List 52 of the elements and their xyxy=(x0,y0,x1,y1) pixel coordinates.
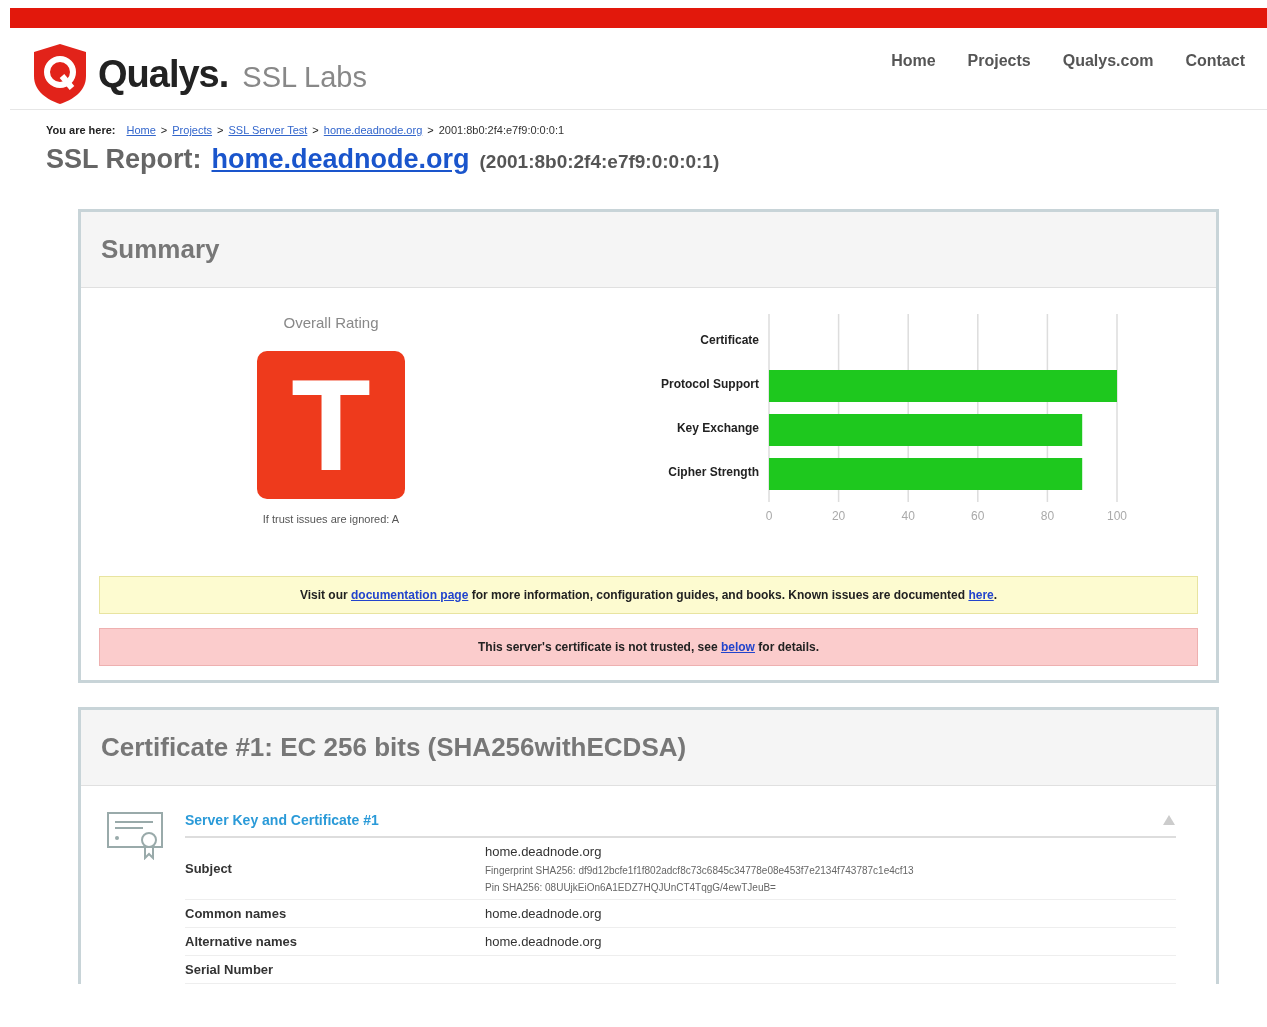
notice-text: Visit our documentation page for more information, configuration guides, and books. Known issues are documented here. xyxy=(299,588,998,602)
field-value: Pin SHA256: 08UUjkEiOn6A1EDZ7HQJUnCT4TqgG/4ewTJeuB= xyxy=(485,882,777,893)
category-label: Key Exchange xyxy=(676,421,759,435)
host-link[interactable]: home.deadnode.org xyxy=(211,144,470,175)
nav-link[interactable]: Contact xyxy=(1185,52,1245,72)
section-title: Server Key and Certificate #1 xyxy=(185,812,379,828)
rating-label: Overall Rating xyxy=(283,314,379,331)
panel-title: Summary xyxy=(101,234,220,264)
shield-logo-icon xyxy=(32,42,88,106)
collapse-icon[interactable] xyxy=(1162,814,1176,826)
field-label: Alternative names xyxy=(185,934,298,949)
grade-badge: T xyxy=(257,351,405,499)
field-value: home.deadnode.org xyxy=(485,934,602,949)
breadcrumb-separator: > xyxy=(217,124,224,136)
notice-link[interactable]: below xyxy=(720,640,755,654)
notice-link[interactable]: here xyxy=(968,588,994,602)
breadcrumb-link[interactable]: Projects xyxy=(172,124,213,136)
field-label: Subject xyxy=(185,861,233,876)
rating-note: If trust issues are ignored: A xyxy=(262,513,400,525)
field-value: Fingerprint SHA256: df9d12bcfe1f1f802adcf8c73c6845c34778e08e453f7e2134f743787c1e4cf13 xyxy=(485,865,914,876)
axis-tick-label: 40 xyxy=(901,509,915,523)
certificate-icon xyxy=(107,812,165,860)
breadcrumb-separator: > xyxy=(160,124,168,136)
axis-tick-label: 60 xyxy=(971,509,985,523)
breadcrumb-link[interactable]: Home xyxy=(126,124,156,136)
report-title: SSL Report: xyxy=(46,144,202,175)
ip-address: (2001:8b0:2f4:e7f9:0:0:0:1) xyxy=(479,151,720,173)
field-value: home.deadnode.org xyxy=(485,906,602,921)
notice-link[interactable]: documentation page xyxy=(351,588,469,602)
breadcrumb-link[interactable]: home.deadnode.org xyxy=(323,124,423,136)
field-label: Common names xyxy=(185,906,288,921)
breadcrumb-separator: > xyxy=(427,124,434,136)
nav-link[interactable]: Home xyxy=(891,52,936,72)
nav-link[interactable]: Projects xyxy=(967,52,1031,72)
brand-name: Qualys. xyxy=(98,52,229,96)
panel-title: Certificate #1: EC 256 bits (SHA256withECDSA) xyxy=(101,732,687,762)
category-label: Protocol Support xyxy=(661,377,759,391)
axis-tick-label: 100 xyxy=(1107,509,1127,523)
breadcrumb-link[interactable]: SSL Server Test xyxy=(228,124,308,136)
breadcrumb-label: You are here: xyxy=(46,124,116,136)
field-label: Serial Number xyxy=(185,962,275,977)
axis-tick-label: 0 xyxy=(765,509,773,523)
category-label: Certificate xyxy=(700,333,759,347)
nav-link[interactable]: Qualys.com xyxy=(1062,52,1154,72)
notice-text: This server's certificate is not trusted, see below for details. xyxy=(478,640,819,654)
axis-tick-label: 20 xyxy=(831,509,846,523)
breadcrumb-current: 2001:8b0:2f4:e7f9:0:0:0:1 xyxy=(438,124,565,136)
breadcrumb-separator: > xyxy=(312,124,319,136)
field-value: home.deadnode.org xyxy=(485,844,603,859)
product-name: SSL Labs xyxy=(242,59,367,94)
category-label: Cipher Strength xyxy=(668,465,759,479)
axis-tick-label: 80 xyxy=(1040,509,1055,523)
